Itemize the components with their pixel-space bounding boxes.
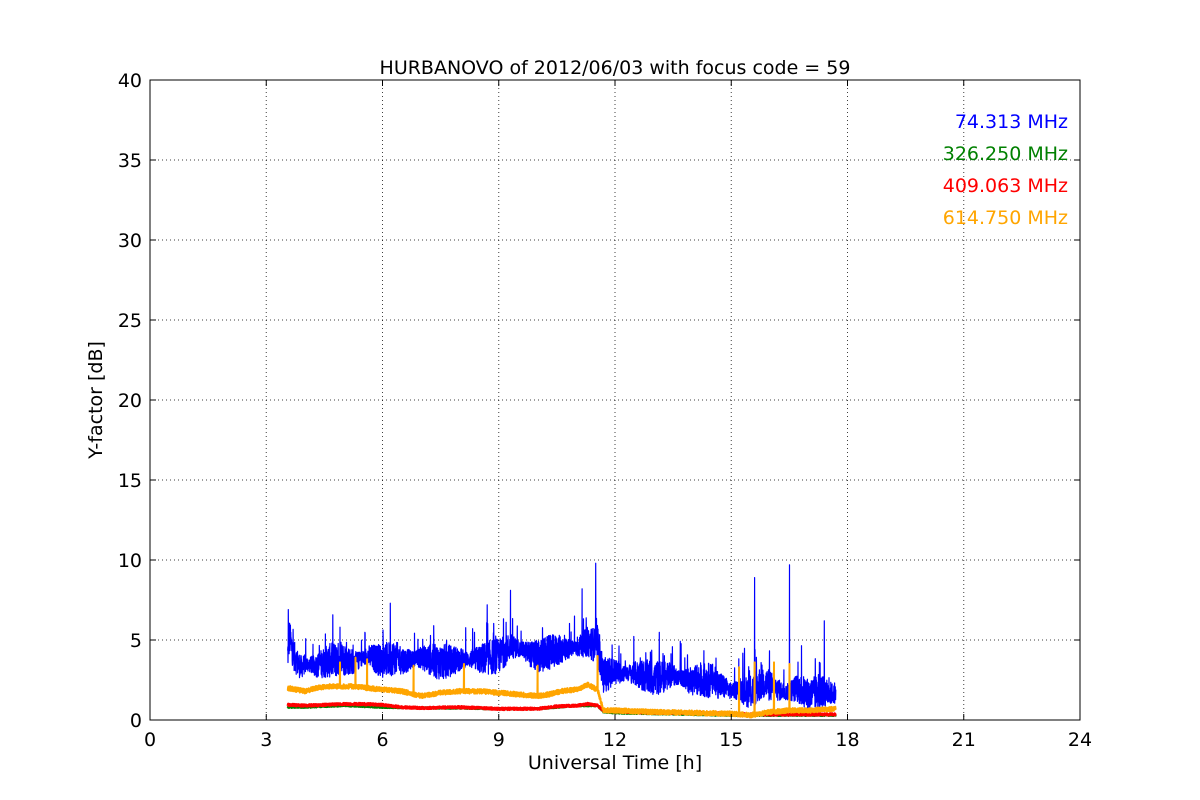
x-tick-label: 24	[1068, 729, 1092, 751]
y-tick-label: 10	[118, 550, 142, 572]
chart: HURBANOVO of 2012/06/03 with focus code …	[0, 0, 1200, 800]
y-tick-label: 30	[118, 230, 142, 252]
x-tick-label: 12	[603, 729, 627, 751]
y-tick-label: 20	[118, 390, 142, 412]
y-axis-label: Y-factor [dB]	[85, 341, 107, 460]
x-tick-label: 18	[835, 729, 859, 751]
x-tick-label: 3	[260, 729, 272, 751]
legend-entry-4: 614.750 MHz	[943, 207, 1068, 229]
legend-entry-3: 409.063 MHz	[943, 175, 1068, 197]
legend-entry-2: 326.250 MHz	[943, 143, 1068, 165]
y-tick-label: 5	[130, 630, 142, 652]
x-tick-label: 0	[144, 729, 156, 751]
legend-entry-1: 74.313 MHz	[955, 111, 1068, 133]
x-axis-label: Universal Time [h]	[528, 752, 702, 774]
y-tick-label: 15	[118, 470, 142, 492]
y-tick-label: 35	[118, 150, 142, 172]
y-tick-label: 25	[118, 310, 142, 332]
chart-title: HURBANOVO of 2012/06/03 with focus code …	[380, 57, 851, 79]
x-tick-label: 15	[719, 729, 743, 751]
x-tick-label: 21	[952, 729, 976, 751]
y-tick-label: 0	[130, 710, 142, 732]
x-tick-label: 6	[376, 729, 388, 751]
y-tick-label: 40	[118, 70, 142, 92]
x-tick-label: 9	[493, 729, 505, 751]
